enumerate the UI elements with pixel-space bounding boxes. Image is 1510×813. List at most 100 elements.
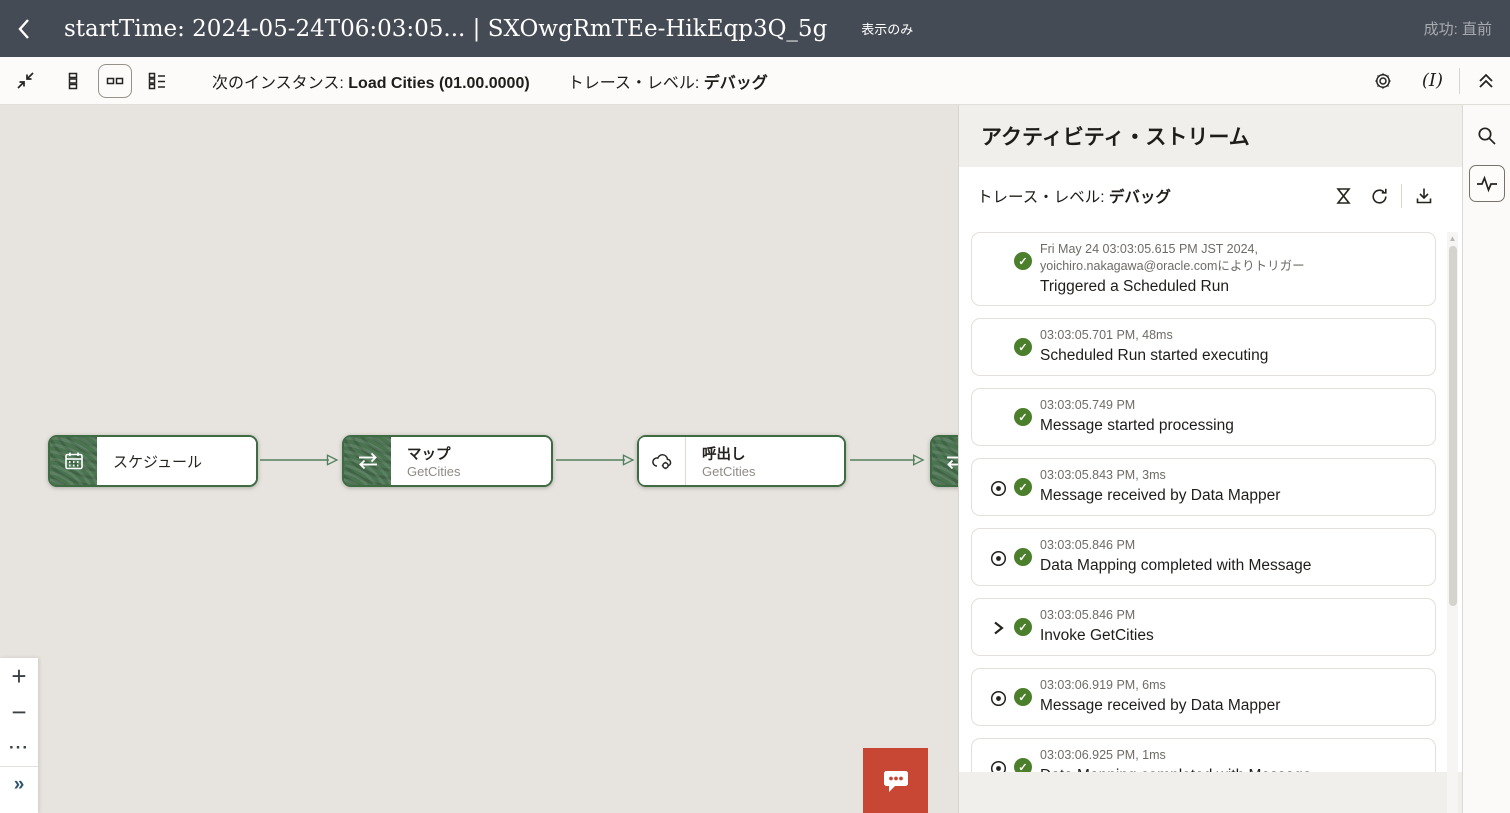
trace-actions-divider <box>1401 184 1402 208</box>
tree-view-icon[interactable] <box>140 64 174 98</box>
hourglass-icon[interactable] <box>1329 182 1357 210</box>
shortcut-i-button[interactable]: (I) <box>1422 70 1443 91</box>
flow-node-invoke-getcities[interactable]: 呼出し GetCities <box>637 435 846 487</box>
view-only-badge: 表示のみ <box>861 19 913 38</box>
entry-message: Message started processing <box>1040 415 1425 436</box>
entry-timestamp: 03:03:05.843 PM, 3ms <box>1040 467 1425 484</box>
node-label: マップ <box>407 443 551 464</box>
entry-message: Data Mapping completed with Message <box>1040 555 1425 576</box>
entry-timestamp: 03:03:06.925 PM, 1ms <box>1040 747 1425 764</box>
next-instance-label: 次のインスタンス: <box>212 75 348 92</box>
right-icon-strip <box>1462 105 1510 813</box>
vertical-layout-icon[interactable] <box>56 64 90 98</box>
chat-bubble-icon <box>881 767 911 795</box>
activity-stream-panel: アクティビティ・ストリーム トレース・レベル: デバッグ <box>958 105 1462 813</box>
toolbar: 次のインスタンス: Load Cities (01.00.0000) トレース・… <box>0 57 1510 105</box>
flow-canvas[interactable]: スケジュール マップ GetCities <box>0 105 958 813</box>
trace-actions <box>1329 182 1438 210</box>
back-button[interactable] <box>0 0 48 57</box>
view-payload-eye-icon[interactable] <box>988 688 1008 708</box>
map-swap-icon <box>344 437 391 485</box>
status-badge: 成功: 直前 <box>1424 18 1494 39</box>
success-check-icon: ✓ <box>1014 252 1032 270</box>
expand-chevron-icon[interactable] <box>988 618 1008 638</box>
cloud-invoke-icon <box>639 437 686 485</box>
zoom-out-button[interactable]: − <box>0 694 38 730</box>
activity-entry[interactable]: ✓ 03:03:05.701 PM, 48ms Scheduled Run st… <box>971 318 1436 376</box>
entry-message: Scheduled Run started executing <box>1040 345 1425 366</box>
expand-panel-button[interactable]: » <box>0 767 38 803</box>
activity-pulse-button[interactable] <box>1469 165 1505 202</box>
pulse-icon <box>1476 175 1498 193</box>
entry-message: Data Mapping completed with Message <box>1040 765 1425 772</box>
search-icon[interactable] <box>1471 119 1503 151</box>
stream-scrollbar[interactable]: ▲ ▼ <box>1447 232 1458 813</box>
view-payload-eye-icon[interactable] <box>988 548 1008 568</box>
flow-arrow <box>556 454 636 466</box>
activity-entry[interactable]: ✓ 03:03:06.919 PM, 6ms Message received … <box>971 668 1436 726</box>
panel-trace-text: トレース・レベル: デバッグ <box>977 185 1171 207</box>
scroll-up-icon[interactable]: ▲ <box>1447 232 1458 244</box>
node-sublabel: GetCities <box>702 464 844 479</box>
entry-message: Message received by Data Mapper <box>1040 695 1425 716</box>
activity-stream-title: アクティビティ・ストリーム <box>981 121 1250 151</box>
entry-timestamp: 03:03:05.846 PM <box>1040 607 1425 624</box>
flow-node-partial[interactable] <box>930 435 958 487</box>
entry-message: Message received by Data Mapper <box>1040 485 1425 506</box>
activity-entry[interactable]: ✓ 03:03:06.925 PM, 1ms Data Mapping comp… <box>971 738 1436 772</box>
success-check-icon: ✓ <box>1014 408 1032 426</box>
entry-timestamp: 03:03:05.701 PM, 48ms <box>1040 327 1425 344</box>
page-title: startTime: 2024-05-24T06:03:05... | SXOw… <box>64 16 827 42</box>
trace-level-row: トレース・レベル: デバッグ <box>959 167 1462 225</box>
success-check-icon: ✓ <box>1014 338 1032 356</box>
settings-gear-icon[interactable] <box>1366 64 1400 98</box>
next-instance-text: 次のインスタンス: Load Cities (01.00.0000) <box>212 69 530 93</box>
zoom-controls: + − ··· » <box>0 658 38 813</box>
trace-level-value: デバッグ <box>704 75 768 92</box>
flow-node-map-getcities[interactable]: マップ GetCities <box>342 435 553 487</box>
entry-message: Invoke GetCities <box>1040 625 1425 646</box>
entry-timestamp: 03:03:05.749 PM <box>1040 397 1425 414</box>
download-icon[interactable] <box>1410 182 1438 210</box>
flow-arrow <box>850 454 926 466</box>
activity-stream-list[interactable]: ✓ Fri May 24 03:03:05.615 PM JST 2024, y… <box>959 225 1462 772</box>
flow-arrow <box>260 454 340 466</box>
scrollbar-thumb[interactable] <box>1449 246 1457 606</box>
feedback-chat-button[interactable] <box>863 748 928 813</box>
activity-entry[interactable]: ✓ 03:03:05.846 PM Data Mapping completed… <box>971 528 1436 586</box>
map-swap-icon <box>932 437 958 485</box>
view-payload-eye-icon[interactable] <box>988 758 1008 772</box>
panel-trace-label: トレース・レベル: <box>977 189 1109 206</box>
flow-node-schedule[interactable]: スケジュール <box>48 435 258 487</box>
activity-entry[interactable]: ✓ Fri May 24 03:03:05.615 PM JST 2024, y… <box>971 232 1436 306</box>
calendar-icon <box>50 437 97 485</box>
entry-timestamp: 03:03:06.919 PM, 6ms <box>1040 677 1425 694</box>
success-check-icon: ✓ <box>1014 618 1032 636</box>
activity-entry[interactable]: ✓ 03:03:05.843 PM, 3ms Message received … <box>971 458 1436 516</box>
more-options-button[interactable]: ··· <box>0 730 38 766</box>
trace-level-label: トレース・レベル: <box>568 75 704 92</box>
activity-stream-footer <box>959 772 1462 813</box>
node-label: スケジュール <box>113 451 256 472</box>
trace-level-text: トレース・レベル: デバッグ <box>568 69 768 93</box>
collapse-canvas-icon[interactable] <box>8 64 42 98</box>
success-check-icon: ✓ <box>1014 688 1032 706</box>
entry-timestamp: 03:03:05.846 PM <box>1040 537 1425 554</box>
activity-entry[interactable]: ✓ 03:03:05.846 PM Invoke GetCities <box>971 598 1436 656</box>
toolbar-divider <box>1459 68 1460 94</box>
zoom-in-button[interactable]: + <box>0 658 38 694</box>
next-instance-value: Load Cities (01.00.0000) <box>348 75 529 92</box>
collapse-panel-icon[interactable] <box>1476 71 1496 91</box>
activity-stream-header: アクティビティ・ストリーム <box>959 105 1462 167</box>
success-check-icon: ✓ <box>1014 548 1032 566</box>
node-label: 呼出し <box>702 443 844 464</box>
view-payload-eye-icon[interactable] <box>988 478 1008 498</box>
toolbar-right: (I) <box>1366 64 1510 98</box>
refresh-icon[interactable] <box>1365 182 1393 210</box>
success-check-icon: ✓ <box>1014 758 1032 772</box>
entry-timestamp: Fri May 24 03:03:05.615 PM JST 2024, <box>1040 241 1425 258</box>
panel-trace-value: デバッグ <box>1109 189 1171 206</box>
activity-entry[interactable]: ✓ 03:03:05.749 PM Message started proces… <box>971 388 1436 446</box>
node-sublabel: GetCities <box>407 464 551 479</box>
horizontal-layout-icon[interactable] <box>98 64 132 98</box>
